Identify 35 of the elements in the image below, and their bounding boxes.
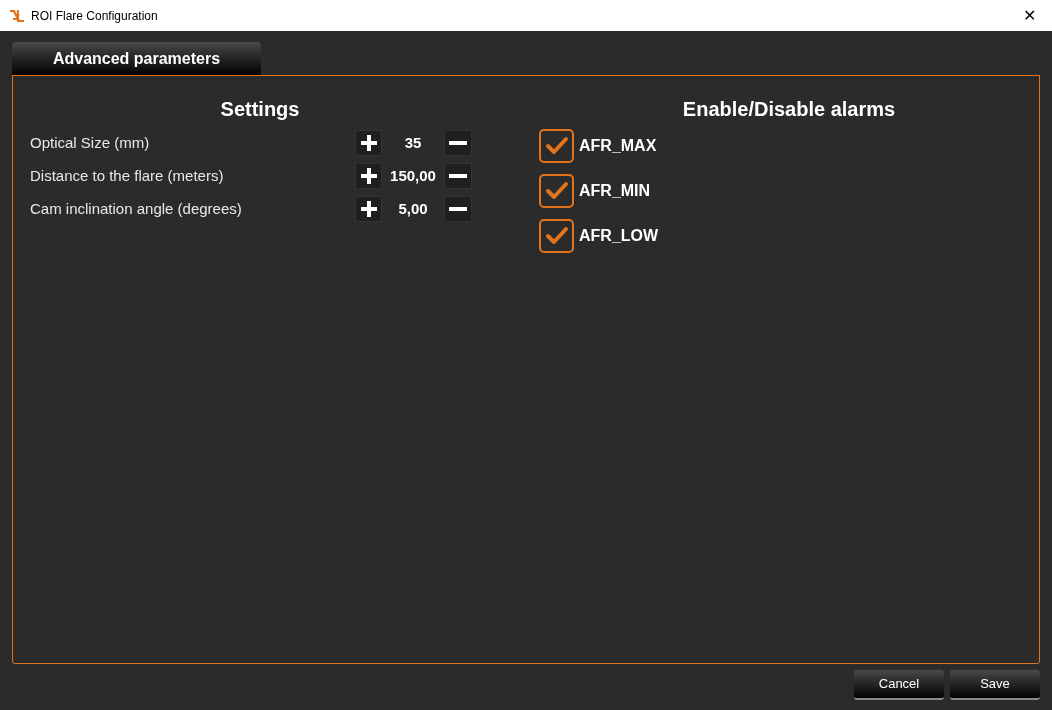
increment-button[interactable] — [355, 130, 382, 156]
decrement-button[interactable] — [444, 130, 472, 156]
checkbox[interactable] — [539, 129, 574, 163]
app-logo-icon — [9, 8, 25, 23]
tab[interactable]: Advanced parameters — [12, 42, 261, 75]
setting-label: Distance to the flare (meters) — [30, 165, 225, 186]
minus-icon — [449, 174, 467, 178]
section-heading: Settings — [219, 97, 301, 122]
minus-icon — [449, 207, 467, 211]
check-icon — [544, 181, 569, 201]
alarm-label: AFR_LOW — [579, 226, 659, 246]
check-icon — [544, 226, 569, 246]
alarm-label: AFR_MIN — [579, 181, 651, 201]
dialog-button[interactable]: Cancel — [854, 670, 944, 700]
dialog-button[interactable]: Save — [950, 670, 1040, 700]
increment-button[interactable] — [355, 196, 382, 222]
plus-icon — [359, 200, 378, 218]
decrement-button[interactable] — [444, 196, 472, 222]
check-icon — [544, 136, 569, 156]
increment-button[interactable] — [355, 163, 382, 189]
checkbox[interactable] — [539, 174, 574, 208]
plus-icon — [359, 134, 378, 152]
setting-value: 35 — [403, 132, 423, 153]
checkbox[interactable] — [539, 219, 574, 253]
window-title: ROI Flare Configuration — [31, 7, 158, 25]
setting-label: Cam inclination angle (degrees) — [30, 198, 243, 219]
plus-icon — [359, 167, 378, 185]
setting-value: 5,00 — [397, 198, 429, 219]
section-heading: Enable/Disable alarms — [681, 97, 897, 122]
setting-label: Optical Size (mm) — [30, 132, 151, 153]
setting-value: 150,00 — [389, 165, 437, 186]
minus-icon — [449, 141, 467, 145]
close-button[interactable]: ✕ — [1006, 0, 1052, 31]
alarm-label: AFR_MAX — [579, 136, 657, 156]
decrement-button[interactable] — [444, 163, 472, 189]
